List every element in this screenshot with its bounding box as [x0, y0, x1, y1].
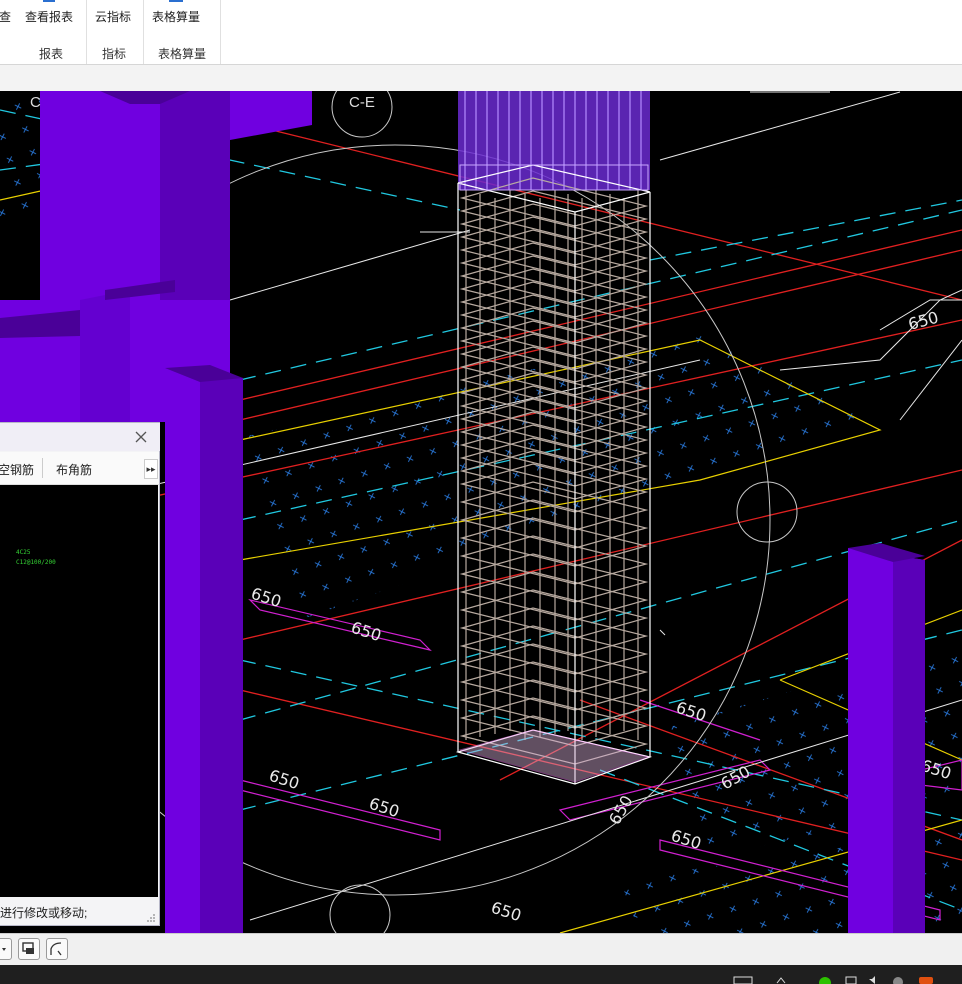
curve-tool-icon	[50, 942, 62, 956]
axis-label-c-e: C-E	[349, 94, 375, 111]
rebar-stirrup	[459, 203, 649, 253]
dimension-label: 650	[367, 794, 402, 822]
tab-strip	[0, 65, 962, 92]
close-icon[interactable]	[133, 429, 149, 445]
dimension-label: 650	[267, 766, 302, 794]
wechat-icon[interactable]	[818, 976, 832, 984]
ribbon-group-report: 查 查看报表 报表	[0, 0, 87, 64]
table-calc-label: 表格算量	[152, 10, 201, 24]
rebar-stirrup	[459, 242, 649, 292]
dimension-label: 650	[674, 698, 709, 726]
curve-tool-button[interactable]	[46, 938, 68, 960]
view-switch-icon	[22, 942, 34, 954]
dimension-label: 650	[349, 618, 384, 646]
view-report-icon	[43, 0, 55, 2]
rebar-stirrup	[459, 268, 649, 318]
rebar-stirrup	[459, 216, 649, 266]
view-report-button[interactable]: 查看报表	[25, 0, 74, 25]
network-icon[interactable]	[845, 976, 857, 984]
dialog-status-text: 进行修改或移动;	[0, 906, 88, 920]
volume-icon[interactable]	[868, 976, 882, 984]
windows-taskbar	[0, 965, 962, 984]
app-icon[interactable]	[918, 976, 934, 984]
double-chevron-right-icon[interactable]: ▸▸	[144, 459, 158, 479]
keyboard-icon[interactable]	[733, 976, 753, 984]
rebar-stirrup	[459, 255, 649, 305]
ribbon-group-table: 表格算量 表格算量	[143, 0, 221, 64]
dropdown-arrow-button[interactable]	[0, 938, 12, 960]
ribbon-group-label-report: 报表	[39, 47, 64, 61]
table-calc-icon	[169, 0, 183, 2]
dialog-tabs: 空钢筋 布角筋 ▸▸	[0, 452, 159, 485]
rebar-stirrup	[459, 229, 649, 279]
rebar-stirrup-label: C12@100/200	[16, 559, 56, 566]
rebar-stirrup	[459, 307, 649, 357]
ribbon-button-partial[interactable]: 查	[0, 8, 11, 25]
axis-label-c: C	[30, 94, 41, 111]
table-calc-button[interactable]: 表格算量	[152, 0, 201, 25]
ribbon-toolbar: 查 查看报表 报表 云指标 指标 表格算量 表格算量	[0, 0, 962, 65]
rebar-stirrup	[459, 294, 649, 344]
tab-hollow-rebar[interactable]: 空钢筋	[0, 461, 34, 478]
cloud-index-button[interactable]: 云指标	[95, 8, 131, 25]
tab-separator	[42, 458, 43, 478]
chevron-up-icon[interactable]	[776, 976, 786, 984]
bottom-toolbar	[0, 933, 962, 966]
rebar-dialog: 空钢筋 布角筋 ▸▸ 4C25 C12@100/200 进行修改或移动;	[0, 422, 160, 926]
dropdown-arrow-icon	[2, 948, 6, 951]
ribbon-group-label-table: 表格算量	[158, 47, 207, 61]
dimension-label: 650	[249, 584, 284, 612]
ribbon-group-index: 云指标 指标	[86, 0, 144, 64]
view-report-label: 查看报表	[25, 10, 74, 24]
dimension-label: 650	[489, 898, 524, 926]
tab-corner-rebar[interactable]: 布角筋	[56, 461, 92, 478]
section-preview[interactable]: 4C25 C12@100/200	[0, 485, 158, 897]
close-circle-icon[interactable]	[892, 976, 904, 984]
view-switch-button[interactable]	[18, 938, 40, 960]
ribbon-group-label-index: 指标	[102, 47, 127, 61]
rebar-main-label: 4C25	[16, 549, 31, 556]
small-circle-right	[736, 481, 798, 543]
resize-grip-icon[interactable]	[146, 913, 156, 923]
